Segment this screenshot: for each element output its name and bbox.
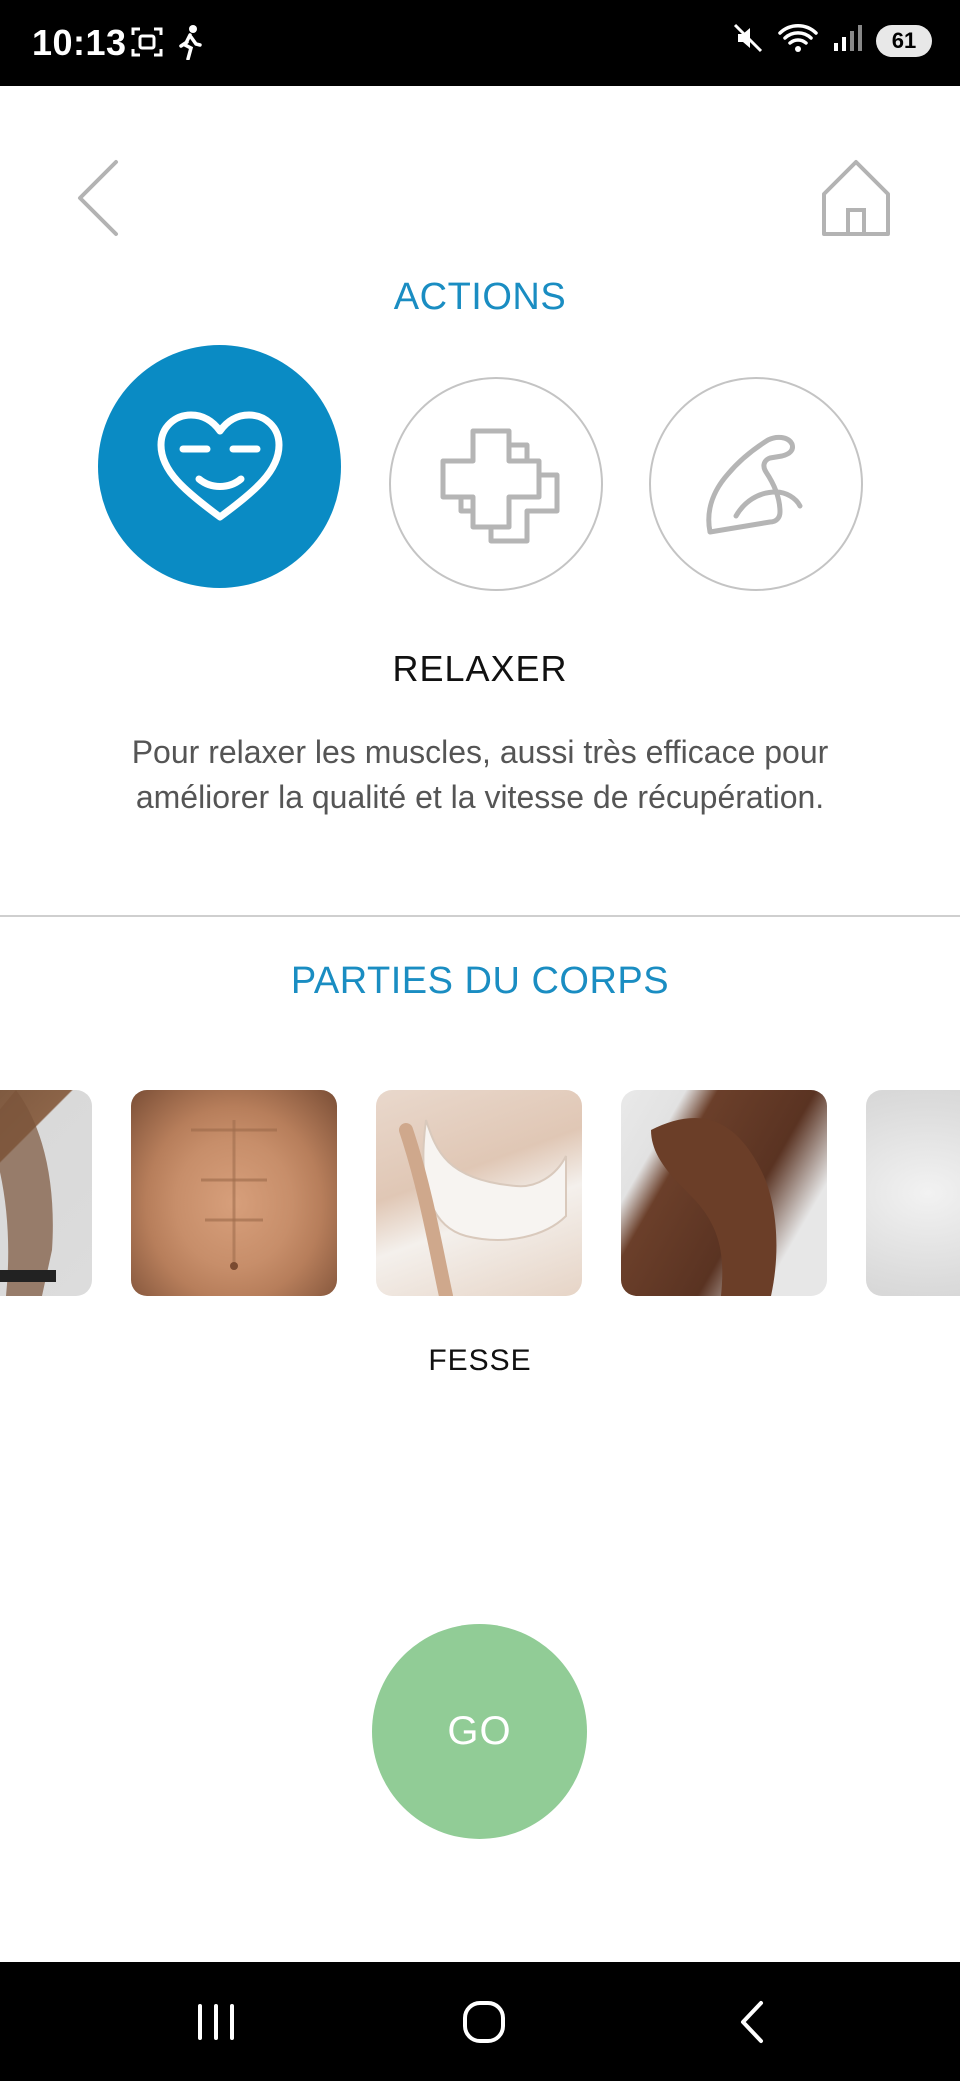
walking-person-icon	[178, 24, 202, 65]
home-icon	[822, 160, 890, 236]
body-parts-carousel[interactable]	[0, 1090, 960, 1296]
wifi-icon	[778, 22, 818, 59]
body-part-elbow-image[interactable]	[866, 1090, 960, 1296]
action-relax-button[interactable]	[98, 345, 341, 588]
body-part-leg-image[interactable]	[621, 1090, 827, 1296]
screenshot-icon	[130, 25, 164, 64]
system-back-button[interactable]	[722, 1992, 782, 2052]
medical-cross-icon	[440, 428, 560, 544]
home-button[interactable]	[818, 158, 894, 238]
chevron-left-icon	[78, 160, 118, 236]
section-divider	[0, 915, 960, 917]
recents-button[interactable]	[186, 1992, 246, 2052]
mute-icon	[732, 22, 764, 59]
body-part-back-image[interactable]	[0, 1090, 92, 1296]
recents-icon	[198, 2004, 234, 2040]
status-time: 10:13	[32, 22, 127, 63]
flexed-arm-icon	[706, 434, 803, 535]
go-button[interactable]: GO	[372, 1624, 587, 1839]
smiling-heart-icon	[157, 411, 282, 520]
action-muscle-button[interactable]	[649, 377, 863, 591]
selected-action-description: Pour relaxer les muscles, aussi très eff…	[131, 734, 829, 815]
body-part-fesse-image[interactable]	[376, 1090, 582, 1296]
battery-indicator: 61	[876, 24, 932, 57]
signal-icon	[832, 23, 862, 58]
selected-action-name: RELAXER	[392, 648, 568, 689]
home-circle-icon	[463, 2001, 505, 2043]
action-care-button[interactable]	[389, 377, 603, 591]
actions-title: ACTIONS	[393, 276, 567, 318]
body-part-abs-image[interactable]	[131, 1090, 337, 1296]
system-home-button[interactable]	[454, 1992, 514, 2052]
body-parts-title: PARTIES DU CORPS	[290, 960, 670, 1002]
selected-body-part-name: FESSE	[428, 1344, 532, 1377]
back-icon	[741, 2001, 763, 2043]
system-nav-bar	[0, 1962, 960, 2081]
back-button[interactable]	[74, 156, 130, 240]
status-bar: 10:13 61	[0, 0, 960, 86]
